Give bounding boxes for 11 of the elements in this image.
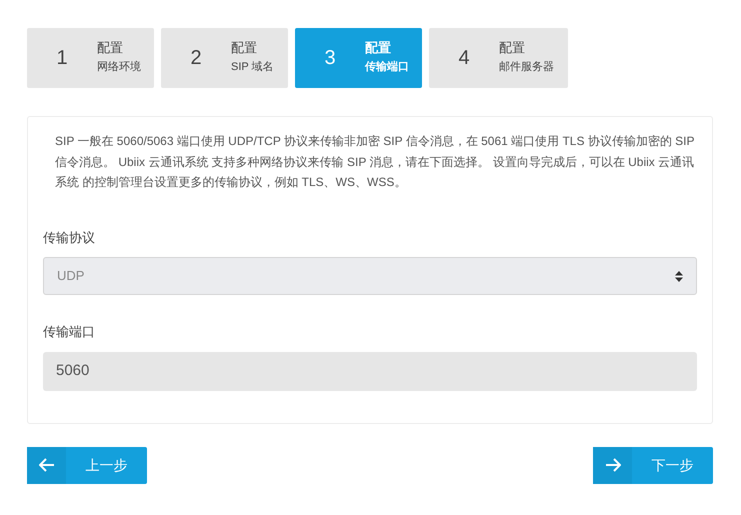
step-tab[interactable]: 1 配置 网络环境 <box>27 28 154 88</box>
field-label: 传输端口 <box>43 323 96 341</box>
arrow-right-icon <box>604 458 620 472</box>
protocol-select[interactable]: UDP <box>43 257 697 295</box>
sort-caret-icon <box>675 270 683 282</box>
field-label: 传输协议 <box>43 228 96 246</box>
arrow-left-icon <box>38 458 54 472</box>
step-tab[interactable]: 2 配置 SIP 域名 <box>161 28 288 88</box>
step-tab[interactable]: 4 配置 邮件服务器 <box>429 28 568 88</box>
port-input[interactable]: 5060 <box>43 352 697 390</box>
description-text: SIP 一般在 5060/5063 端口使用 UDP/TCP 协议来传输非加密 SIP 信令消息，在 5061 端口使用 TLS 协议传输加密的 SIP 信令消息。 Ubiix 云通讯系统 支持多种网络协议来传输 SIP 消息，请在下面选择。 设置向导完成后，可以在 Ubiix 云通讯系统 的控制管理台设置更多的传输协议，例如 TLS、WS、WSS。 <box>55 133 696 191</box>
